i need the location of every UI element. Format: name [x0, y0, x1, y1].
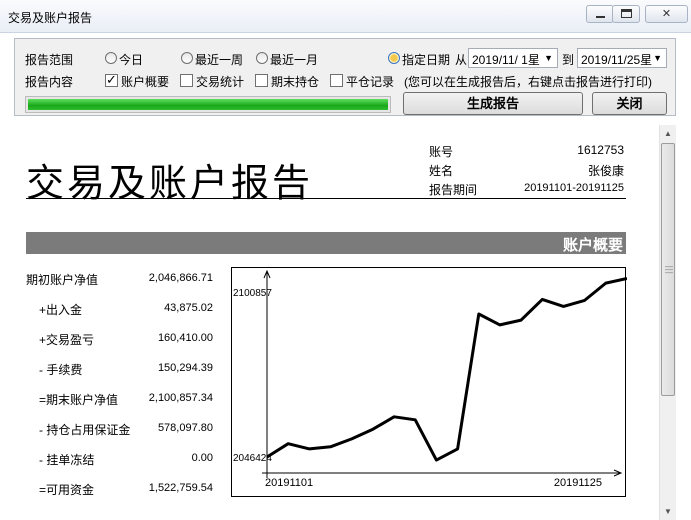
from-date-value: 2019/11/ 1星: [472, 53, 540, 67]
summary-row-value: 1,522,759.54: [148, 482, 213, 494]
summary-row-label: +出入金: [39, 303, 83, 317]
checkbox-ending-positions[interactable]: [255, 74, 268, 87]
checkbox-trade-stats[interactable]: [180, 74, 193, 87]
maximize-button[interactable]: [612, 5, 640, 23]
checkmark-icon: ✓: [106, 72, 117, 87]
generate-report-button[interactable]: 生成报告: [403, 92, 583, 115]
summary-row-value: 160,410.00: [157, 332, 213, 344]
from-label: 从: [455, 53, 468, 67]
chevron-down-icon: ▼: [544, 53, 553, 63]
radio-specified-date-label[interactable]: 指定日期: [402, 51, 450, 68]
checkbox-account-summary[interactable]: ✓: [105, 72, 118, 87]
name-label: 姓名: [429, 164, 454, 178]
chevron-down-icon: ▼: [653, 53, 662, 63]
summary-row-label: =可用资金: [39, 483, 95, 497]
title-bar: 交易及账户报告 ✕: [0, 0, 691, 33]
radio-today[interactable]: [105, 52, 117, 64]
report-view: 交易及账户报告 账号 1612753 姓名 张俊康 报告期间 20191101-…: [14, 125, 659, 520]
report-scrollbar[interactable]: ▲ — — — ▼: [659, 125, 676, 520]
radio-last-month-label[interactable]: 最近一月: [270, 51, 318, 68]
scroll-down-icon[interactable]: ▼: [660, 503, 676, 520]
account-label: 账号: [429, 145, 454, 159]
summary-row-value: 43,875.02: [164, 302, 213, 314]
section-header-account-summary: 账户概要: [26, 232, 626, 254]
x-tick-label: 20191125: [554, 477, 602, 489]
content-label: 报告内容: [25, 75, 74, 89]
summary-row-value: 0.00: [191, 452, 213, 464]
summary-row-label: +交易盈亏: [39, 333, 95, 347]
summary-row-label: =期末账户净值: [39, 393, 119, 407]
options-panel: 报告范围 报告内容 今日 最近一周 最近一月 指定日期 从 2019/11/ 1…: [14, 38, 676, 116]
equity-chart-svg: 2100857 2046424 20191101 20191125: [233, 269, 628, 489]
checkbox-closing-records-label[interactable]: 平仓记录: [346, 73, 394, 90]
maximize-icon: [621, 9, 632, 18]
from-date-picker[interactable]: 2019/11/ 1星 ▼: [468, 48, 558, 68]
radio-today-label[interactable]: 今日: [119, 51, 143, 68]
radio-last-week-label[interactable]: 最近一周: [195, 51, 243, 68]
checkbox-trade-stats-label[interactable]: 交易统计: [196, 73, 244, 90]
y-tick-label: 2100857: [233, 288, 272, 299]
summary-row-value: 578,097.80: [157, 422, 213, 434]
summary-row-value: 2,046,866.71: [148, 272, 213, 284]
equity-series-line: [266, 277, 628, 462]
to-label: 到: [562, 53, 575, 67]
checkbox-ending-positions-label[interactable]: 期末持仓: [271, 73, 319, 90]
window-title: 交易及账户报告: [8, 11, 93, 25]
minimize-button[interactable]: [586, 5, 614, 23]
close-icon: ✕: [661, 8, 672, 20]
scroll-thumb[interactable]: — — —: [661, 143, 675, 396]
minimize-icon: [596, 16, 605, 18]
name-value: 张俊康: [587, 164, 624, 178]
section-title: 账户概要: [562, 237, 623, 254]
checkbox-account-summary-label[interactable]: 账户概要: [121, 73, 169, 90]
to-date-picker[interactable]: 2019/11/25星 ▼: [577, 48, 667, 68]
close-button[interactable]: 关闭: [592, 92, 667, 115]
summary-row-label: 期初账户净值: [26, 273, 99, 287]
close-window-button[interactable]: ✕: [645, 5, 688, 23]
range-label: 报告范围: [25, 53, 74, 67]
title-divider: [26, 198, 626, 199]
to-date-value: 2019/11/25星: [581, 53, 653, 67]
x-tick-label: 20191101: [265, 477, 313, 489]
checkbox-closing-records[interactable]: [330, 74, 343, 87]
scroll-up-icon[interactable]: ▲: [660, 125, 676, 142]
summary-row-value: 2,100,857.34: [148, 392, 213, 404]
account-value: 1612753: [577, 143, 624, 157]
equity-chart: 2100857 2046424 20191101 20191125: [231, 267, 628, 497]
progress-fill: [28, 99, 388, 110]
radio-specified-date[interactable]: [388, 52, 400, 64]
period-label: 报告期间: [429, 183, 478, 197]
summary-row-value: 150,294.39: [157, 362, 213, 374]
print-hint: (您可以在生成报告后，右键点击报告进行打印): [404, 75, 652, 89]
progress-bar: [25, 96, 391, 113]
radio-last-month[interactable]: [256, 52, 268, 64]
grip-icon: — — —: [665, 262, 673, 277]
summary-row-label: - 挂单冻结: [39, 453, 95, 467]
radio-last-week[interactable]: [181, 52, 193, 64]
summary-row-label: - 持仓占用保证金: [39, 423, 131, 437]
period-value: 20191101-20191125: [524, 182, 624, 194]
y-tick-label: 2046424: [233, 453, 272, 464]
summary-row-label: - 手续费: [39, 363, 83, 377]
